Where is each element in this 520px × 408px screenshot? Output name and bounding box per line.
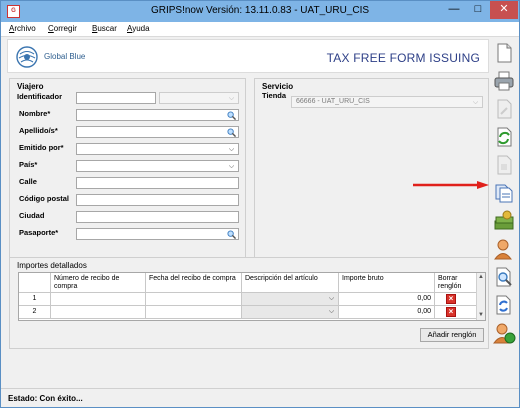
brand-header: Global Blue TAX FREE FORM ISSUING [7, 39, 489, 73]
receipt-date-cell[interactable] [146, 293, 242, 306]
gross-amount-cell[interactable]: 0,00 [339, 306, 435, 319]
chevron-down-icon[interactable]: ⌵ [227, 144, 236, 155]
pais-label: País* [19, 160, 38, 169]
menu-archivo[interactable]: Archivo [9, 24, 36, 33]
copy-document-icon[interactable] [492, 181, 516, 205]
codigo-postal-label: Código postal [19, 194, 69, 203]
menu-buscar[interactable]: Buscar [92, 24, 117, 33]
pais-select[interactable]: ⌵ [76, 160, 239, 172]
calle-label: Calle [19, 177, 37, 186]
amounts-panel-title: Importes detallados [17, 261, 87, 270]
page-title: TAX FREE FORM ISSUING [326, 51, 480, 65]
app-window: G GRIPS!now Versión: 13.11.0.83 - UAT_UR… [0, 0, 520, 408]
search-document-icon[interactable] [492, 265, 516, 289]
identificador-type-select: ⌵ [159, 92, 239, 104]
delete-row-cell: × [435, 306, 477, 319]
emitido-por-label: Emitido por* [19, 143, 64, 152]
description-select-cell[interactable]: ⌵ [242, 293, 339, 306]
scroll-up-icon[interactable]: ▲ [477, 273, 485, 282]
traveler-panel-title: Viajero [17, 82, 44, 91]
menu-bar: Archivo Corregir Buscar Ayuda [1, 22, 519, 37]
column-header-rownum [19, 273, 51, 293]
column-header-receipt-number[interactable]: Número de recibo de compra [51, 273, 146, 293]
apellido-input[interactable] [76, 126, 239, 138]
sync-document-icon[interactable] [492, 293, 516, 317]
row-number: 2 [19, 306, 51, 319]
chevron-down-icon: ⌵ [228, 95, 235, 102]
receipt-number-cell[interactable] [51, 306, 146, 319]
print-icon[interactable] [492, 69, 516, 93]
right-toolbar [490, 37, 520, 387]
row-number: 1 [19, 293, 51, 306]
document-disabled-icon-2 [497, 155, 512, 175]
description-select-cell[interactable]: ⌵ [242, 306, 339, 319]
delete-row-cell: × [435, 293, 477, 306]
column-header-gross-amount[interactable]: Importe bruto [339, 273, 435, 293]
new-document-icon[interactable] [492, 41, 516, 65]
logo-text: Global Blue [44, 52, 86, 61]
receipt-date-cell[interactable] [146, 306, 242, 319]
global-blue-logo-icon [16, 46, 38, 68]
chevron-down-icon: ⌵ [472, 99, 479, 106]
scroll-down-icon[interactable]: ▼ [477, 311, 485, 320]
search-icon[interactable] [227, 111, 236, 120]
traveler-panel: Viajero Identificador ⌵ Nombre* Apellido… [9, 78, 246, 282]
service-panel: Servicio Tienda 66666 - UAT_URU_CIS ⌵ [254, 78, 489, 282]
menu-corregir[interactable]: Corregir [48, 24, 77, 33]
money-stack-icon[interactable] [492, 209, 516, 233]
column-header-description[interactable]: Descripción del artículo [242, 273, 339, 293]
identificador-label: Identificador [17, 92, 63, 101]
gross-amount-cell[interactable]: 0,00 [339, 293, 435, 306]
chevron-down-icon[interactable]: ⌵ [327, 306, 336, 317]
tienda-select: 66666 - UAT_URU_CIS ⌵ [291, 96, 483, 108]
chevron-down-icon[interactable]: ⌵ [327, 293, 336, 304]
column-header-receipt-date[interactable]: Fecha del recibo de compra [146, 273, 242, 293]
maximize-button[interactable]: □ [466, 1, 490, 19]
service-panel-title: Servicio [262, 82, 294, 91]
pasaporte-label: Pasaporte* [19, 228, 59, 237]
refresh-document-icon[interactable] [492, 125, 516, 149]
identificador-input[interactable] [76, 92, 156, 104]
menu-ayuda[interactable]: Ayuda [127, 24, 150, 33]
codigo-postal-input[interactable] [76, 194, 239, 206]
title-bar[interactable]: G GRIPS!now Versión: 13.11.0.83 - UAT_UR… [1, 1, 519, 22]
amounts-panel: Importes detallados Número de recibo de … [9, 257, 489, 349]
ciudad-label: Ciudad [19, 211, 45, 220]
pasaporte-input[interactable] [76, 228, 239, 240]
chevron-down-icon[interactable]: ⌵ [227, 161, 236, 172]
amounts-table: Número de recibo de compra Fecha del rec… [18, 272, 486, 321]
red-pointer-arrow-icon [413, 181, 489, 189]
delete-row-icon[interactable]: × [446, 294, 456, 304]
ciudad-input[interactable] [76, 211, 239, 223]
apellido-label: Apellido/s* [19, 126, 58, 135]
document-disabled-icon [497, 99, 512, 119]
tienda-value: 66666 - UAT_URU_CIS [296, 98, 370, 105]
emitido-por-select[interactable]: ⌵ [76, 143, 239, 155]
minimize-button[interactable]: — [442, 1, 466, 19]
search-icon[interactable] [227, 230, 236, 239]
search-icon[interactable] [227, 128, 236, 137]
table-scrollbar[interactable]: ▲ ▼ [476, 273, 485, 320]
calle-input[interactable] [76, 177, 239, 189]
nombre-label: Nombre* [19, 109, 51, 118]
receipt-number-cell[interactable] [51, 293, 146, 306]
user-refresh-icon[interactable] [492, 321, 516, 345]
tienda-label: Tienda [262, 91, 287, 100]
main-content: Global Blue TAX FREE FORM ISSUING Viajer… [7, 39, 489, 387]
delete-row-icon[interactable]: × [446, 307, 456, 317]
customer-icon[interactable] [492, 237, 516, 261]
status-text: Estado: Con éxito... [8, 394, 83, 403]
nombre-input[interactable] [76, 109, 239, 121]
close-button[interactable]: ✕ [490, 1, 518, 19]
column-header-delete-row[interactable]: Borrar renglón [435, 273, 477, 293]
status-bar: Estado: Con éxito... [1, 388, 519, 407]
add-row-button[interactable]: Añadir renglón [420, 328, 484, 342]
